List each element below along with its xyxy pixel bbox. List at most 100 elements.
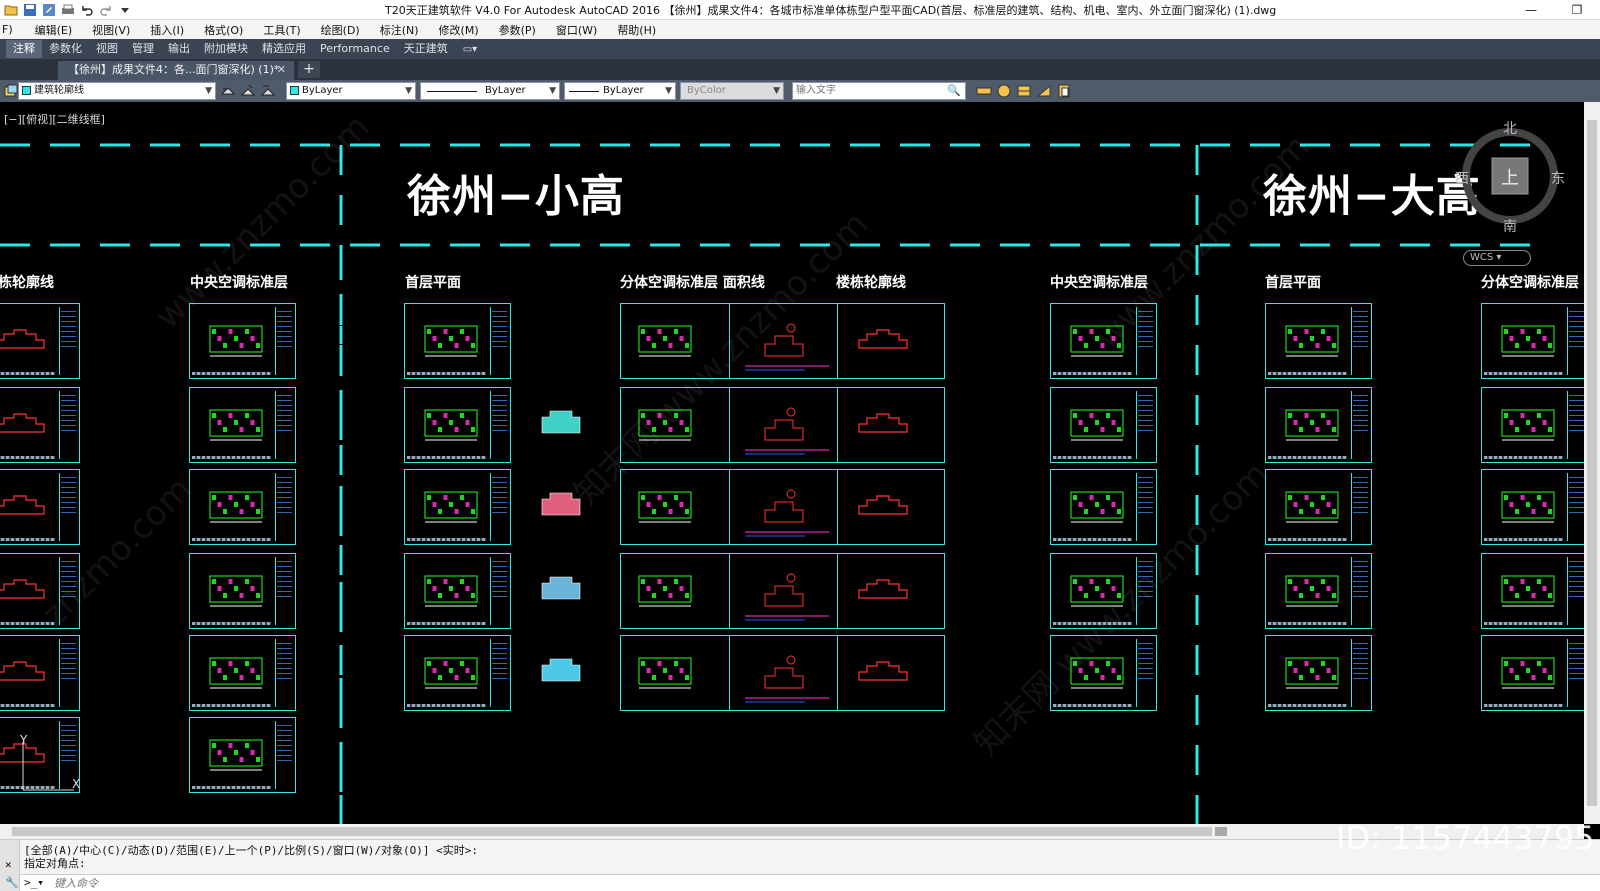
drawing-sheet[interactable] xyxy=(1265,469,1372,545)
viewcube-top-face[interactable]: 上 xyxy=(1501,164,1519,190)
drawing-sheet[interactable] xyxy=(1265,635,1372,711)
menu-edit[interactable]: 编辑(E) xyxy=(35,22,73,38)
tab-annotate[interactable]: 注释 xyxy=(6,40,42,58)
combined-sheet[interactable] xyxy=(620,387,945,463)
drawing-sheet[interactable] xyxy=(0,553,80,629)
save-as-icon[interactable] xyxy=(40,2,57,19)
plot-icon[interactable] xyxy=(59,2,76,19)
drawing-sheet[interactable] xyxy=(0,303,80,379)
combined-sheet[interactable] xyxy=(620,635,945,711)
text-search-box[interactable]: 🔍 xyxy=(792,82,966,100)
command-line-handle[interactable]: ✕ 🔧 xyxy=(0,840,20,891)
layer-dropdown[interactable]: 建筑轮廓线 ▼ xyxy=(18,82,216,100)
menu-format[interactable]: 格式(O) xyxy=(204,22,243,38)
new-tab-button[interactable]: + xyxy=(298,61,320,78)
horizontal-scroll-thumb[interactable] xyxy=(12,827,1212,836)
tab-parametric[interactable]: 参数化 xyxy=(42,40,89,58)
drawing-sheet[interactable] xyxy=(1481,303,1584,379)
drawing-sheet[interactable] xyxy=(1050,387,1157,463)
compass-east[interactable]: 东 xyxy=(1551,168,1565,188)
drawing-sheet[interactable] xyxy=(1481,387,1584,463)
vertical-scrollbar[interactable] xyxy=(1584,102,1600,824)
dimension-style-icon[interactable] xyxy=(996,83,1012,99)
drawing-sheet[interactable] xyxy=(1481,635,1584,711)
tab-featured-apps[interactable]: 精选应用 xyxy=(255,40,313,58)
combined-sheet[interactable] xyxy=(620,553,945,629)
drawing-sheet[interactable] xyxy=(0,635,80,711)
close-icon[interactable]: ✕ xyxy=(5,858,12,871)
customize-icon[interactable]: 🔧 xyxy=(5,876,19,889)
color-dropdown[interactable]: ByLayer ▼ xyxy=(286,82,416,100)
command-input-row[interactable]: >_▾ xyxy=(20,874,1600,891)
combined-sheet[interactable] xyxy=(620,469,945,545)
drawing-sheet[interactable] xyxy=(1265,553,1372,629)
open-file-icon[interactable] xyxy=(2,2,19,19)
lineweight-dropdown[interactable]: ByLayer ▼ xyxy=(564,82,676,100)
drawing-sheet[interactable] xyxy=(189,635,296,711)
tab-addins[interactable]: 附加模块 xyxy=(197,40,255,58)
drawing-sheet[interactable] xyxy=(1481,469,1584,545)
undo-icon[interactable] xyxy=(78,2,95,19)
tab-manage[interactable]: 管理 xyxy=(125,40,161,58)
multileader-style-icon[interactable] xyxy=(1036,83,1052,99)
drawing-canvas[interactable]: [−][俯视][二维线框] 徐州−小高 徐州−大高 栋轮廓线 中央空调标准层 首… xyxy=(0,102,1584,824)
menu-draw[interactable]: 绘图(D) xyxy=(321,22,360,38)
drawing-sheet[interactable] xyxy=(1050,553,1157,629)
menu-tools[interactable]: 工具(T) xyxy=(263,22,300,38)
menu-window[interactable]: 窗口(W) xyxy=(556,22,597,38)
menu-modify[interactable]: 修改(M) xyxy=(439,22,479,38)
drawing-sheet[interactable] xyxy=(404,553,511,629)
drawing-sheet[interactable] xyxy=(1265,303,1372,379)
tab-tangent-architecture[interactable]: 天正建筑 xyxy=(397,40,455,58)
drawing-sheet[interactable] xyxy=(1050,303,1157,379)
drawing-sheet[interactable] xyxy=(404,635,511,711)
drawing-sheet[interactable] xyxy=(189,387,296,463)
menu-file[interactable]: F) xyxy=(2,23,13,36)
close-tab-icon[interactable]: ✕ xyxy=(277,61,286,79)
restore-button[interactable]: ❐ xyxy=(1554,0,1600,20)
document-tab[interactable]: 【徐州】成果文件4：各...面门窗深化) (1)* ✕ xyxy=(58,61,294,80)
drawing-sheet[interactable] xyxy=(1265,387,1372,463)
drawing-sheet[interactable] xyxy=(1481,553,1584,629)
drawing-sheet[interactable] xyxy=(189,717,296,793)
menu-parametric[interactable]: 参数(P) xyxy=(499,22,536,38)
command-prompt-icon[interactable]: >_▾ xyxy=(24,876,44,889)
save-icon[interactable] xyxy=(21,2,38,19)
tab-output[interactable]: 输出 xyxy=(161,40,197,58)
paste-icon[interactable] xyxy=(1056,83,1072,99)
viewcube[interactable]: 北 东 南 西 上 xyxy=(1455,116,1565,235)
qat-dropdown-icon[interactable] xyxy=(116,2,133,19)
drawing-sheet[interactable] xyxy=(1050,469,1157,545)
drawing-sheet[interactable] xyxy=(1050,635,1157,711)
text-search-input[interactable] xyxy=(793,83,938,98)
drawing-sheet[interactable] xyxy=(0,387,80,463)
horizontal-scroll-handle[interactable] xyxy=(1215,827,1227,836)
compass-west[interactable]: 西 xyxy=(1455,168,1469,188)
drawing-sheet[interactable] xyxy=(404,387,511,463)
drawing-sheet[interactable] xyxy=(189,303,296,379)
layer-previous-icon[interactable] xyxy=(260,83,276,99)
tab-view[interactable]: 视图 xyxy=(89,40,125,58)
menu-dimension[interactable]: 标注(N) xyxy=(380,22,419,38)
tab-performance[interactable]: Performance xyxy=(313,40,397,58)
drawing-sheet[interactable] xyxy=(189,469,296,545)
layer-state-icon[interactable] xyxy=(3,83,19,99)
drawing-sheet[interactable] xyxy=(189,553,296,629)
make-current-layer-icon[interactable] xyxy=(220,83,236,99)
text-style-icon[interactable] xyxy=(976,83,992,99)
find-replace-icon[interactable]: 🔍 xyxy=(947,83,961,99)
menu-insert[interactable]: 插入(I) xyxy=(150,22,184,38)
drawing-sheet[interactable] xyxy=(404,469,511,545)
menu-help[interactable]: 帮助(H) xyxy=(617,22,656,38)
drawing-sheet[interactable] xyxy=(404,303,511,379)
combined-sheet[interactable] xyxy=(620,303,945,379)
linetype-dropdown[interactable]: ByLayer ▼ xyxy=(420,82,560,100)
ribbon-minimize-icon[interactable]: ▭▾ xyxy=(463,44,477,55)
drawing-sheet[interactable] xyxy=(0,469,80,545)
menu-view[interactable]: 视图(V) xyxy=(92,22,130,38)
command-input[interactable] xyxy=(54,876,654,891)
wcs-menu[interactable]: WCS ▾ xyxy=(1463,250,1531,266)
table-style-icon[interactable] xyxy=(1016,83,1032,99)
compass-north[interactable]: 北 xyxy=(1503,118,1517,138)
vertical-scroll-thumb[interactable] xyxy=(1587,120,1597,806)
